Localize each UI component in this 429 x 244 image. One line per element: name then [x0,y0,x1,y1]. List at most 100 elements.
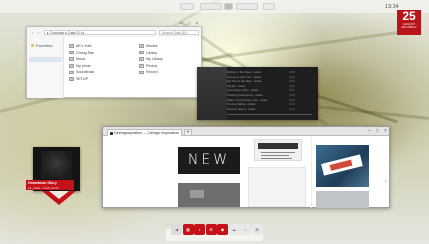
folder-label: SETUP [76,76,88,81]
browser-window: Deesignspiration — Design Inspiration × … [102,126,390,208]
back-icon[interactable]: ‹ [30,30,35,35]
music-icon[interactable]: ♪ [194,224,205,235]
calendar-weekday: SATURDAY [401,25,417,30]
sidebar-selected-item[interactable] [29,57,62,62]
pause-icon[interactable] [224,3,233,10]
folder-label: Movies [146,44,158,48]
close-icon[interactable]: × [384,128,387,134]
post-tile-gray-detail [190,190,204,198]
next-window-button[interactable] [236,3,258,10]
folder-icon [69,44,74,48]
calendar-widget[interactable]: 25 AUGUST SATURDAY [397,10,421,35]
track-row[interactable]: Rolling in the Deep - Adele 3:48 [227,70,295,74]
folder-label: Photos [146,63,158,68]
folder-item[interactable]: SETUP [69,76,94,83]
track-title: Make You Feel My Love - Adele [227,97,268,102]
track-title: Chasing Pavements - Adele [227,93,263,97]
track-duration: 4:46 [289,83,295,88]
back-arrow-icon[interactable]: ◀ [171,224,182,235]
player-artwork [197,67,227,120]
track-row[interactable]: Set Fire to the Rain - Adele 4:02 [227,79,295,84]
track-duration: 3:30 [289,93,295,97]
track-duration: 4:45 [289,74,295,79]
post-tile-white[interactable] [248,167,306,207]
chrome-icon[interactable]: ◉ [217,224,228,235]
maximize-icon[interactable]: □ [185,21,193,27]
track-row[interactable]: Skyfall - Adele 4:46 [227,84,295,88]
folder-item[interactable]: Photos [139,63,163,70]
folder-label: Music [76,57,86,62]
player-progress-bar[interactable] [227,114,312,115]
now-playing-banner: Hometown Glory 19 - Adele - Track 2/4 04 [26,180,74,190]
folder-icon [139,64,144,68]
close-icon[interactable]: × [193,21,201,27]
track-row[interactable]: Rumour Has It - Adele 3:43 [227,106,295,111]
folder-item[interactable]: Library [139,50,163,57]
track-title: Rumour Has It - Adele [227,106,256,111]
folder-item[interactable]: My photo [69,63,94,70]
track-row[interactable]: Turning Tables - Adele 4:10 [227,102,295,107]
folder-icon [69,57,74,61]
folder-item[interactable]: My Library [139,56,163,63]
browser-tab[interactable]: Deesignspiration — Design Inspiration × [107,129,182,136]
folder-list-col2: Movies Library My Library Photos Record [139,43,163,76]
folder-icon [139,70,144,75]
folder-icon [139,50,144,55]
minimize-icon[interactable]: – [368,128,371,134]
track-title: Hometown Glory - Adele [227,88,259,93]
folder-icon [139,57,144,61]
post-tile-label[interactable] [316,145,369,187]
track-row[interactable]: Chasing Pavements - Adele 3:30 [227,93,295,97]
notification-button[interactable] [263,3,275,10]
favorites-item[interactable]: Favorites [31,43,52,48]
folder-label: My Library [146,57,163,62]
calendar-icon[interactable]: ▦ [182,224,194,235]
folder-label: My photo [76,63,91,68]
track-row[interactable]: Hometown Glory - Adele 4:31 [227,88,295,93]
forward-icon[interactable]: › [36,30,41,35]
new-tab-button[interactable]: + [184,129,192,136]
maximize-icon[interactable]: □ [376,128,379,134]
top-bar: 13:34 [0,0,429,13]
folder-item[interactable]: Music [69,56,94,63]
track-title: Set Fire to the Rain - Adele [227,79,262,84]
folder-item[interactable]: Chung Ran [69,50,94,57]
track-duration: 3:43 [289,106,295,111]
folder-item[interactable]: AE's Vote [69,43,94,50]
settings-icon[interactable]: ⚙ [205,224,217,235]
folder-item[interactable]: Soundtrack [69,69,94,76]
tab-close-icon[interactable]: × [177,130,179,136]
folder-item[interactable]: Record [139,69,163,76]
folder-icon [139,44,144,48]
track-duration: 3:48 [289,70,295,74]
address-bar[interactable]: ▸ Computer ▸ Data (D:) ▸ [44,30,156,35]
cart-icon[interactable]: ⊠ [251,224,263,235]
folder-icon [69,70,74,75]
minimize-icon[interactable]: – [177,21,185,27]
folder-item[interactable]: Movies [139,43,163,50]
search-input[interactable]: Search Data (D:) [159,30,199,35]
home-icon[interactable]: ⌂ [240,224,251,235]
minimize-all-button[interactable] [180,3,194,10]
cloud-icon[interactable]: ☁ [228,224,240,235]
post-tile-website[interactable] [254,139,302,161]
track-title: Turning Tables - Adele [227,102,256,107]
track-row[interactable]: Make You Feel My Love - Adele 3:32 [227,97,295,102]
scroll-right-icon[interactable]: › [385,179,387,185]
favicon-icon [109,131,113,135]
track-title: Someone Like You - Adele [227,74,261,79]
window-switch-button[interactable] [200,3,222,10]
post-tile-gray[interactable] [178,183,240,207]
taskbar: ◀ ▦ ♪ ⚙ ◉ ☁ ⌂ ⊠ [0,221,429,244]
folder-label: AE's Vote [76,44,92,48]
folder-icon [69,77,74,81]
post-tile-new[interactable]: NEW [178,147,240,174]
folder-label: Chung Ran [76,50,95,55]
folder-label: Soundtrack [76,70,95,75]
track-duration: 4:02 [289,79,295,84]
post-tile-photo[interactable] [316,191,369,208]
folder-label: Library [146,50,157,55]
album-cover [41,151,72,179]
folder-list-col1: AE's Vote Chung Ran Music My photo Soundtrac… [69,43,94,83]
track-row[interactable]: Someone Like You - Adele 4:45 [227,74,295,79]
